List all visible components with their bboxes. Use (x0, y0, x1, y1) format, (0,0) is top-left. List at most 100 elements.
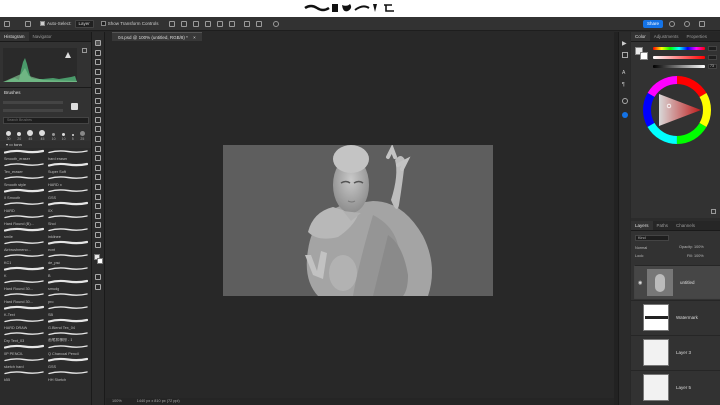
auto-select-option[interactable]: Auto-Select: (40, 17, 72, 30)
recent-brush[interactable]: 30 (6, 131, 12, 141)
brush-preset[interactable]: sketch hard (3, 356, 44, 369)
pen-tool-icon[interactable] (95, 184, 101, 190)
brush-size-slider[interactable] (3, 101, 63, 104)
discover-icon[interactable] (684, 21, 690, 27)
align-left-icon[interactable] (168, 20, 175, 27)
adjust-icon[interactable] (622, 52, 628, 58)
eraser-tool-icon[interactable] (95, 145, 101, 152)
move-tool-icon[interactable] (95, 40, 101, 46)
distribute-icon[interactable] (243, 20, 250, 27)
tab-paths[interactable]: Paths (653, 221, 673, 230)
histogram-menu-icon[interactable] (82, 48, 87, 53)
crop-tool-icon[interactable] (95, 78, 101, 85)
align-middle-icon[interactable] (216, 20, 223, 27)
hue-value[interactable] (708, 46, 717, 51)
brush-preset[interactable]: de_psd (47, 252, 88, 265)
brush-search-input[interactable]: Search Brushes (3, 117, 89, 124)
search-icon[interactable] (669, 21, 675, 27)
close-tab-icon[interactable]: × (193, 35, 196, 40)
brush-preset[interactable]: B (47, 265, 88, 278)
align-right-icon[interactable] (192, 20, 199, 27)
brush-preset[interactable]: K-Text (3, 304, 44, 317)
brush-preset[interactable]: hard eraser (47, 148, 88, 161)
zoom-tool-icon[interactable] (95, 232, 101, 238)
brush-preset[interactable]: 0P PENCIL (3, 343, 44, 356)
frame-tool-icon[interactable] (95, 88, 101, 94)
opacity-control[interactable]: Opacity: 100% (679, 245, 704, 249)
glyphs-icon[interactable] (622, 98, 628, 104)
layer-row[interactable]: Layer 5 (631, 370, 720, 404)
recent-brush[interactable]: 45 (27, 130, 34, 141)
tab-histogram[interactable]: Histogram (0, 32, 29, 41)
gradient-tool-icon[interactable] (95, 155, 101, 162)
brush-preset[interactable]: K (3, 265, 44, 278)
transform-option[interactable]: Show Transform Controls (100, 17, 159, 30)
rectangle-tool-icon[interactable] (95, 212, 101, 219)
brush-tool-icon[interactable] (95, 116, 101, 123)
recent-brush[interactable]: 10 (62, 133, 66, 141)
tab-channels[interactable]: Channels (672, 221, 699, 230)
blend-mode-dropdown[interactable]: Normal (635, 245, 669, 251)
recent-brush[interactable]: 5 (71, 134, 74, 141)
document-tab[interactable]: 04.psd @ 100% (untitled, RGB/8) * × (112, 32, 202, 41)
edit-toolbar-tool-icon[interactable] (95, 241, 101, 248)
brush-preset[interactable]: Smooth_eraser (3, 148, 44, 161)
brush-preset[interactable]: 画笔和橡擦 - 1 (47, 330, 88, 343)
eyedropper-tool-icon[interactable] (95, 97, 101, 104)
path-select-tool-icon[interactable] (95, 203, 101, 210)
healing-tool-icon[interactable] (95, 107, 101, 114)
brush-preset[interactable]: Hard Round (B)... (3, 213, 44, 226)
auto-select-checkbox[interactable] (40, 21, 45, 26)
brush-preset[interactable]: Dry Text_03 (3, 330, 44, 343)
brush-preset[interactable]: SB (47, 304, 88, 317)
zoom-level[interactable]: 100% (112, 399, 122, 403)
new-brush-icon[interactable] (71, 103, 78, 110)
transform-checkbox[interactable] (100, 21, 106, 26)
brush-preset[interactable]: GSS (47, 187, 88, 200)
brush-preset[interactable]: Super Soft (47, 161, 88, 174)
layer-filter[interactable]: Kind (635, 235, 669, 241)
opacity-value[interactable]: 100% (694, 245, 704, 249)
brush-preset[interactable]: HARD DRAW (3, 317, 44, 330)
brush-preset[interactable]: 0 Smooth (3, 187, 44, 200)
layer-row[interactable]: Layer 3 (631, 335, 720, 369)
brush-preset[interactable]: smile (3, 226, 44, 239)
type-tool-icon[interactable] (95, 193, 101, 200)
brush-preset[interactable]: 0X (47, 200, 88, 213)
quick-mask-icon[interactable] (95, 274, 101, 280)
brush-folder[interactable]: ▾ ▭ tonn (0, 141, 91, 148)
workspace-icon[interactable] (699, 21, 705, 27)
brush-preset[interactable]: HARD x (47, 174, 88, 187)
brush-hardness-slider[interactable] (3, 109, 63, 112)
saturation-value[interactable] (708, 55, 717, 60)
brush-preset[interactable]: smudg (47, 278, 88, 291)
lasso-tool-icon[interactable] (95, 59, 101, 66)
brush-preset[interactable]: HARD (3, 200, 44, 213)
brush-preset[interactable]: KC1 (3, 252, 44, 265)
settings-gear-icon[interactable] (272, 20, 279, 27)
brush-preset[interactable]: Airbrushmeno... (3, 239, 44, 252)
tab-layers[interactable]: Layers (631, 221, 653, 230)
align-top-icon[interactable] (204, 20, 211, 27)
fill-value[interactable]: 100% (694, 254, 704, 258)
more-options-icon[interactable] (255, 20, 262, 27)
align-bottom-icon[interactable] (228, 20, 235, 27)
layer-name[interactable]: Layer 3 (676, 350, 691, 355)
brush-preset[interactable]: ecnt (47, 239, 88, 252)
align-center-icon[interactable] (180, 20, 187, 27)
layer-name[interactable]: Layer 5 (676, 385, 691, 390)
brush-preset[interactable]: Shol (47, 213, 88, 226)
tab-properties[interactable]: Properties (683, 32, 712, 41)
paragraph-icon[interactable]: ¶ (622, 82, 625, 88)
background-swatch[interactable] (640, 52, 648, 60)
document-canvas[interactable] (223, 145, 493, 296)
brush-preset[interactable]: Hard Round 30... (3, 278, 44, 291)
layer-visibility-eye-icon[interactable]: ◉ (638, 280, 642, 286)
quick-select-tool-icon[interactable] (95, 68, 101, 75)
dodge-tool-icon[interactable] (95, 174, 101, 181)
brush-preset[interactable]: pro (47, 291, 88, 304)
brush-preset[interactable]: Tex_eraser (3, 161, 44, 174)
layer-name[interactable]: untitled (680, 280, 695, 286)
auto-select-target-dropdown[interactable]: Layer (74, 19, 94, 28)
color-panel-expand-icon[interactable] (711, 209, 716, 214)
